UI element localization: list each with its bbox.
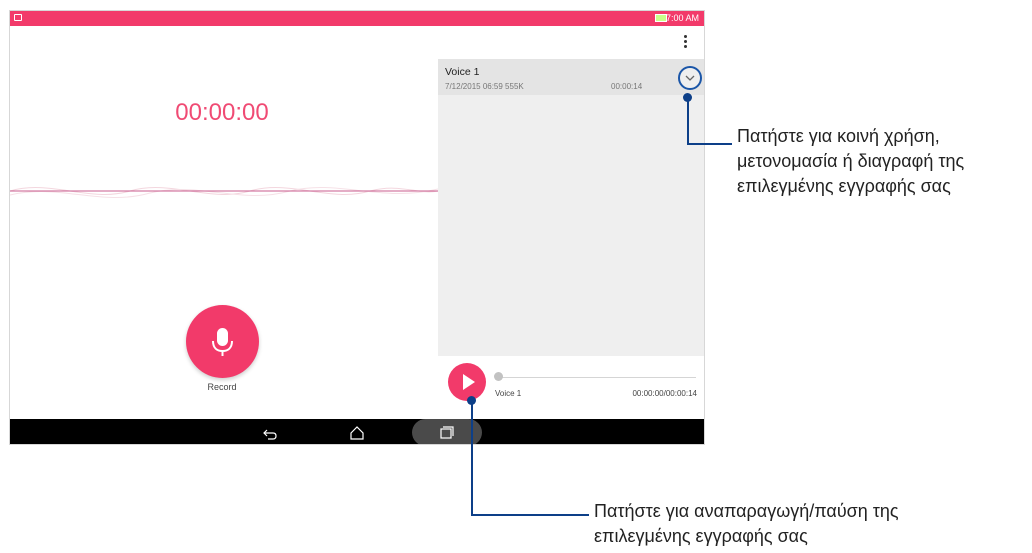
record-label: Record [207,382,237,392]
player-bar: Voice 1 00:00:00/00:00:14 [438,356,704,419]
options-button[interactable] [678,66,702,90]
home-icon[interactable] [349,425,365,441]
callout-options-line-2: μετονομασία ή διαγραφή της [737,151,965,171]
callout-play-line-2: επιλεγμένης εγγραφής σας [594,526,808,546]
back-icon[interactable] [262,425,278,441]
more-vert-icon[interactable] [680,35,690,51]
status-time: 7:00 AM [665,13,699,23]
callout-line-options-vertical [687,97,689,144]
callout-play-line-1: Πατήστε για αναπαραγωγή/παύση της [594,501,899,521]
microphone-icon [212,328,233,356]
callout-line-play-vertical [471,401,473,515]
list-item-voice-1[interactable]: Voice 1 7/12/2015 06:59 555K 00:00:14 [438,59,704,95]
notification-icon [14,14,22,21]
status-bar: 7:00 AM [10,11,704,26]
play-button[interactable] [448,363,486,401]
recording-date-size: 7/12/2015 06:59 555K [445,82,524,91]
callout-options-line-1: Πατήστε για κοινή χρήση, [737,126,940,146]
recording-duration: 00:00:14 [611,82,643,91]
callout-line-play-horizontal [471,514,589,516]
recording-timer: 00:00:00 [175,99,269,126]
recording-title: Voice 1 [445,66,480,78]
device-screen: 7:00 AM 00:00:00 Record Voice 1 7/12/201… [9,10,705,445]
waveform [10,187,438,199]
callout-options-line-3: επιλεγμένης εγγραφής σας [737,176,951,196]
recents-icon [440,426,454,439]
callout-text-options: Πατήστε για κοινή χρήση, μετονομασία ή δ… [737,124,1027,199]
progress-track[interactable] [498,377,696,378]
player-title: Voice 1 [495,389,522,398]
navigation-bar [10,419,704,444]
chevron-down-icon [685,75,695,81]
record-button[interactable] [186,305,259,378]
callout-line-options-horizontal [687,143,732,145]
play-icon [463,374,475,390]
progress-handle[interactable] [494,372,503,381]
callout-text-play: Πατήστε για αναπαραγωγή/παύση της επιλεγ… [594,499,1014,549]
player-time: 00:00:00/00:00:14 [632,389,697,398]
